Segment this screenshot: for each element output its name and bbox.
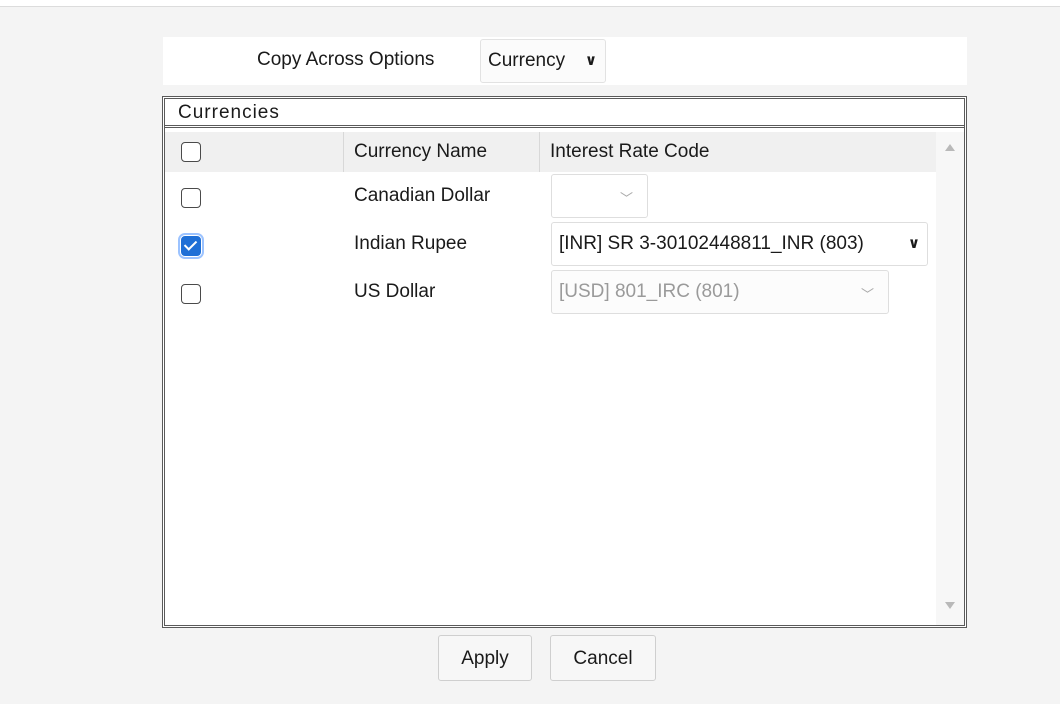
currencies-grid-body: Currency Name Interest Rate Code Canadia… bbox=[165, 132, 936, 625]
row-checkbox[interactable] bbox=[181, 284, 201, 304]
scroll-down-icon[interactable] bbox=[945, 602, 955, 609]
row-checkbox[interactable] bbox=[178, 233, 204, 259]
column-divider bbox=[343, 132, 344, 172]
column-header-currency-name[interactable]: Currency Name bbox=[354, 132, 487, 172]
cancel-button[interactable]: Cancel bbox=[550, 635, 656, 681]
chevron-down-icon: ∨ bbox=[907, 235, 920, 252]
currencies-grid: Currency Name Interest Rate Code Canadia… bbox=[165, 132, 964, 625]
copy-across-options-label: Copy Across Options bbox=[257, 49, 435, 70]
interest-rate-code-value: [USD] 801_IRC (801) bbox=[559, 281, 740, 302]
table-row: US Dollar [USD] 801_IRC (801) ﹀ bbox=[165, 268, 936, 316]
apply-button[interactable]: Apply bbox=[438, 635, 532, 681]
currencies-panel: Currencies Currency Name Interest Rate C… bbox=[162, 96, 967, 628]
interest-rate-code-select[interactable]: [USD] 801_IRC (801) ﹀ bbox=[551, 270, 889, 314]
column-header-interest-rate-code[interactable]: Interest Rate Code bbox=[550, 132, 709, 172]
currency-name: Indian Rupee bbox=[354, 233, 468, 254]
select-all-checkbox[interactable] bbox=[181, 142, 201, 162]
copy-across-options-select[interactable]: Currency ∨ bbox=[480, 39, 606, 83]
interest-rate-code-select[interactable]: [INR] SR 3-30102448811_INR (803) ∨ bbox=[551, 222, 928, 266]
copy-across-options-value: Currency bbox=[488, 50, 566, 71]
chevron-down-icon: ﹀ bbox=[619, 191, 633, 206]
top-rule bbox=[0, 0, 1060, 7]
grid-scrollbar[interactable] bbox=[936, 132, 964, 625]
grid-header-row: Currency Name Interest Rate Code bbox=[165, 132, 936, 172]
copy-across-options-bar: Copy Across Options Currency ∨ bbox=[163, 37, 967, 85]
interest-rate-code-value: [INR] SR 3-30102448811_INR (803) bbox=[559, 233, 864, 254]
chevron-down-icon: ﹀ bbox=[860, 287, 874, 302]
scroll-up-icon[interactable] bbox=[945, 144, 955, 151]
table-row: Canadian Dollar ﹀ bbox=[165, 172, 936, 220]
table-row: Indian Rupee [INR] SR 3-30102448811_INR … bbox=[165, 220, 936, 268]
interest-rate-code-select[interactable]: ﹀ bbox=[551, 174, 648, 218]
currency-name: Canadian Dollar bbox=[354, 185, 491, 206]
currency-name: US Dollar bbox=[354, 281, 436, 302]
chevron-down-icon: ∨ bbox=[584, 52, 597, 69]
currencies-panel-title: Currencies bbox=[165, 99, 964, 128]
row-checkbox[interactable] bbox=[181, 188, 201, 208]
column-divider bbox=[539, 132, 540, 172]
